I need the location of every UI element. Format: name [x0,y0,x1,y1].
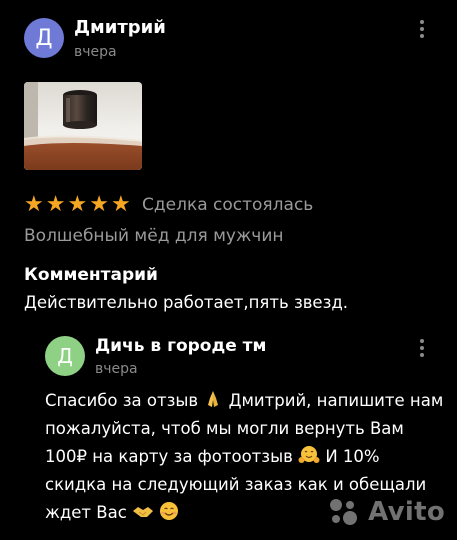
star-icon: ★ [45,192,66,217]
review-author-initial: Д [35,25,53,51]
star-icon: ★ [67,192,88,217]
avito-watermark-text: Avito [368,497,445,527]
item-title[interactable]: Волшебный мёд для мужчин [24,224,284,248]
hugging-face-emoji [298,446,320,463]
star-icon: ★ [110,192,131,217]
reply-author-name[interactable]: Дичь в городе тм [95,334,266,358]
avito-logo [330,499,358,525]
review-author-avatar[interactable]: Д [24,18,64,58]
folded-hands-emoji [208,391,219,407]
handshake-emoji [133,507,154,517]
review-more-menu-icon[interactable] [419,20,425,38]
star-icon: ★ [24,192,44,217]
review-rating: ★ ★ ★ ★ ★ [24,193,131,217]
reply-text-part: Спасибо за отзыв [45,391,199,410]
reply-date: вчера [95,361,138,377]
review-date: вчера [74,44,117,60]
reply-author-avatar[interactable]: Д [45,336,85,376]
comment-text: Действительно работает,пять звезд. [24,293,349,312]
review-author-name[interactable]: Дмитрий [74,16,166,40]
comment-heading: Комментарий [24,265,158,285]
review-photo[interactable] [24,82,142,170]
deal-status: Сделка состоялась [142,195,314,215]
smiling-face-emoji [160,502,179,520]
avito-watermark: Avito [328,497,445,527]
star-icon: ★ [89,192,109,217]
reply-more-menu-icon[interactable] [419,339,425,357]
honey-jar-photo [24,82,142,170]
reply-author-initial: Д [57,344,73,368]
